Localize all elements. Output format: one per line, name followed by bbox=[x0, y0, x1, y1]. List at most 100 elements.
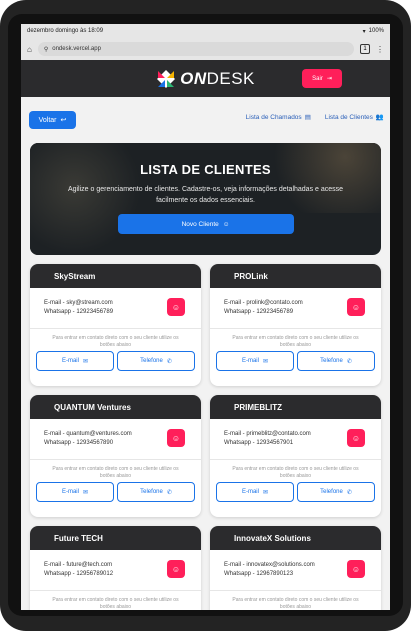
client-profile-icon[interactable]: ☺ bbox=[347, 560, 365, 578]
client-email: E-mail - primeblitz@contato.com bbox=[224, 431, 311, 437]
client-contact-info: E-mail - primeblitz@contato.com Whatsapp… bbox=[210, 430, 311, 448]
client-email: E-mail - prolink@contato.com bbox=[224, 300, 303, 306]
client-card: PROLink E-mail - prolink@contato.com Wha… bbox=[210, 264, 381, 386]
home-icon[interactable]: ⌂ bbox=[27, 45, 32, 54]
client-card-body: E-mail - primeblitz@contato.com Whatsapp… bbox=[210, 419, 381, 459]
browser-screen: dezembro domingo às 18:09 ▾ 100% ⌂ ⚲ ond… bbox=[21, 24, 390, 610]
client-card-header: PROLink bbox=[210, 264, 381, 288]
client-contact-info: E-mail - quantum@ventures.com Whatsapp -… bbox=[30, 430, 132, 448]
client-whatsapp: Whatsapp - 12934567901 bbox=[224, 440, 294, 446]
email-button-label: E-mail bbox=[61, 489, 79, 495]
email-button[interactable]: E-mail ✉ bbox=[216, 351, 294, 371]
phone-button-label: Telefone bbox=[140, 489, 163, 495]
link-tickets-label: Lista de Chamados bbox=[245, 113, 302, 121]
client-card: QUANTUM Ventures E-mail - quantum@ventur… bbox=[30, 395, 201, 517]
client-profile-icon[interactable]: ☺ bbox=[347, 429, 365, 447]
more-menu-icon[interactable]: ⋮ bbox=[376, 45, 384, 54]
back-arrow-icon: ↩ bbox=[60, 117, 67, 124]
client-profile-icon[interactable]: ☺ bbox=[167, 560, 185, 578]
logout-label: Sair bbox=[312, 75, 323, 82]
client-card: Future TECH E-mail - future@tech.com Wha… bbox=[30, 526, 201, 610]
phone-button-label: Telefone bbox=[320, 358, 343, 364]
client-profile-icon[interactable]: ☺ bbox=[347, 298, 365, 316]
nav-links: Lista de Chamados ▤ Lista de Clientes 👥 bbox=[245, 113, 384, 122]
client-whatsapp: Whatsapp - 12967890123 bbox=[224, 571, 294, 577]
client-card-actions: E-mail ✉ Telefone ✆ bbox=[30, 351, 201, 371]
status-bar: dezembro domingo às 18:09 ▾ 100% bbox=[21, 24, 390, 38]
contact-note: Para entrar em contato direto com o seu … bbox=[30, 590, 201, 610]
new-client-button[interactable]: Novo Cliente ☺ bbox=[117, 214, 294, 234]
mail-icon: ✉ bbox=[262, 358, 269, 365]
contact-note: Para entrar em contato direto com o seu … bbox=[210, 590, 381, 610]
phone-button[interactable]: Telefone ✆ bbox=[117, 351, 195, 371]
client-name: QUANTUM Ventures bbox=[54, 402, 131, 412]
client-card-header: SkyStream bbox=[30, 264, 201, 288]
client-card-grid: SkyStream E-mail - sky@stream.com Whatsa… bbox=[30, 264, 381, 610]
email-button[interactable]: E-mail ✉ bbox=[216, 482, 294, 502]
page-title: LISTA DE CLIENTES bbox=[140, 162, 271, 177]
client-whatsapp: Whatsapp - 12956789012 bbox=[44, 571, 114, 577]
client-card: SkyStream E-mail - sky@stream.com Whatsa… bbox=[30, 264, 201, 386]
client-card-actions: E-mail ✉ Telefone ✆ bbox=[30, 482, 201, 502]
client-profile-icon[interactable]: ☺ bbox=[167, 429, 185, 447]
client-email: E-mail - sky@stream.com bbox=[44, 300, 113, 306]
client-contact-info: E-mail - sky@stream.com Whatsapp - 12923… bbox=[30, 299, 113, 317]
contact-note: Para entrar em contato direto com o seu … bbox=[30, 328, 201, 351]
mail-icon: ✉ bbox=[262, 489, 269, 496]
back-button[interactable]: Voltar ↩ bbox=[29, 111, 76, 129]
address-field[interactable]: ⚲ ondesk.vercel.app bbox=[37, 42, 354, 56]
browser-url-bar: ⌂ ⚲ ondesk.vercel.app 1 ⋮ bbox=[21, 38, 390, 60]
tablet-frame: dezembro domingo às 18:09 ▾ 100% ⌂ ⚲ ond… bbox=[0, 0, 411, 631]
new-client-label: Novo Cliente bbox=[181, 220, 219, 228]
email-button[interactable]: E-mail ✉ bbox=[36, 351, 114, 371]
logo-text: ONDESK bbox=[180, 69, 255, 89]
app-header: ONDESK Sair ⇥ bbox=[21, 60, 390, 97]
client-email: E-mail - future@tech.com bbox=[44, 562, 113, 568]
users-icon: 👥 bbox=[375, 114, 384, 121]
list-icon: ▤ bbox=[304, 114, 311, 121]
client-name: Future TECH bbox=[54, 533, 103, 543]
client-name: PROLink bbox=[234, 271, 268, 281]
email-button-label: E-mail bbox=[61, 358, 79, 364]
phone-icon: ✆ bbox=[166, 358, 172, 365]
phone-icon: ✆ bbox=[346, 489, 352, 496]
client-name: InnovateX Solutions bbox=[234, 533, 311, 543]
client-name: SkyStream bbox=[54, 271, 96, 281]
logo-text-on: ON bbox=[180, 68, 207, 88]
client-card-actions: E-mail ✉ Telefone ✆ bbox=[210, 482, 381, 502]
client-card-header: QUANTUM Ventures bbox=[30, 395, 201, 419]
tab-count-button[interactable]: 1 bbox=[360, 44, 370, 54]
client-profile-icon[interactable]: ☺ bbox=[167, 298, 185, 316]
link-clients[interactable]: Lista de Clientes 👥 bbox=[324, 113, 384, 122]
client-card-actions: E-mail ✉ Telefone ✆ bbox=[210, 351, 381, 371]
contact-note: Para entrar em contato direto com o seu … bbox=[210, 328, 381, 351]
phone-icon: ✆ bbox=[346, 358, 352, 365]
ondesk-logo[interactable]: ONDESK bbox=[156, 69, 255, 89]
logo-text-desk: DESK bbox=[206, 68, 255, 88]
logout-icon: ⇥ bbox=[326, 76, 332, 82]
lock-icon: ⚲ bbox=[43, 46, 49, 53]
client-card-header: InnovateX Solutions bbox=[210, 526, 381, 550]
phone-button[interactable]: Telefone ✆ bbox=[117, 482, 195, 502]
client-contact-info: E-mail - prolink@contato.com Whatsapp - … bbox=[210, 299, 303, 317]
phone-button[interactable]: Telefone ✆ bbox=[297, 482, 375, 502]
client-card-body: E-mail - future@tech.com Whatsapp - 1295… bbox=[30, 550, 201, 590]
contact-note: Para entrar em contato direto com o seu … bbox=[210, 459, 381, 482]
client-whatsapp: Whatsapp - 12923456789 bbox=[224, 309, 294, 315]
email-button[interactable]: E-mail ✉ bbox=[36, 482, 114, 502]
logout-button[interactable]: Sair ⇥ bbox=[302, 69, 342, 88]
link-tickets[interactable]: Lista de Chamados ▤ bbox=[245, 113, 311, 122]
client-card-body: E-mail - sky@stream.com Whatsapp - 12923… bbox=[30, 288, 201, 328]
client-card-header: Future TECH bbox=[30, 526, 201, 550]
client-name: PRIMEBLITZ bbox=[234, 402, 282, 412]
client-card-body: E-mail - prolink@contato.com Whatsapp - … bbox=[210, 288, 381, 328]
mail-icon: ✉ bbox=[82, 358, 89, 365]
hero-banner: LISTA DE CLIENTES Agilize o gerenciament… bbox=[30, 143, 381, 255]
link-clients-label: Lista de Clientes bbox=[324, 113, 373, 121]
phone-icon: ✆ bbox=[166, 489, 172, 496]
client-card-body: E-mail - quantum@ventures.com Whatsapp -… bbox=[30, 419, 201, 459]
phone-button[interactable]: Telefone ✆ bbox=[297, 351, 375, 371]
address-text: ondesk.vercel.app bbox=[52, 46, 101, 52]
battery-level: 100% bbox=[368, 28, 384, 34]
mail-icon: ✉ bbox=[82, 489, 89, 496]
